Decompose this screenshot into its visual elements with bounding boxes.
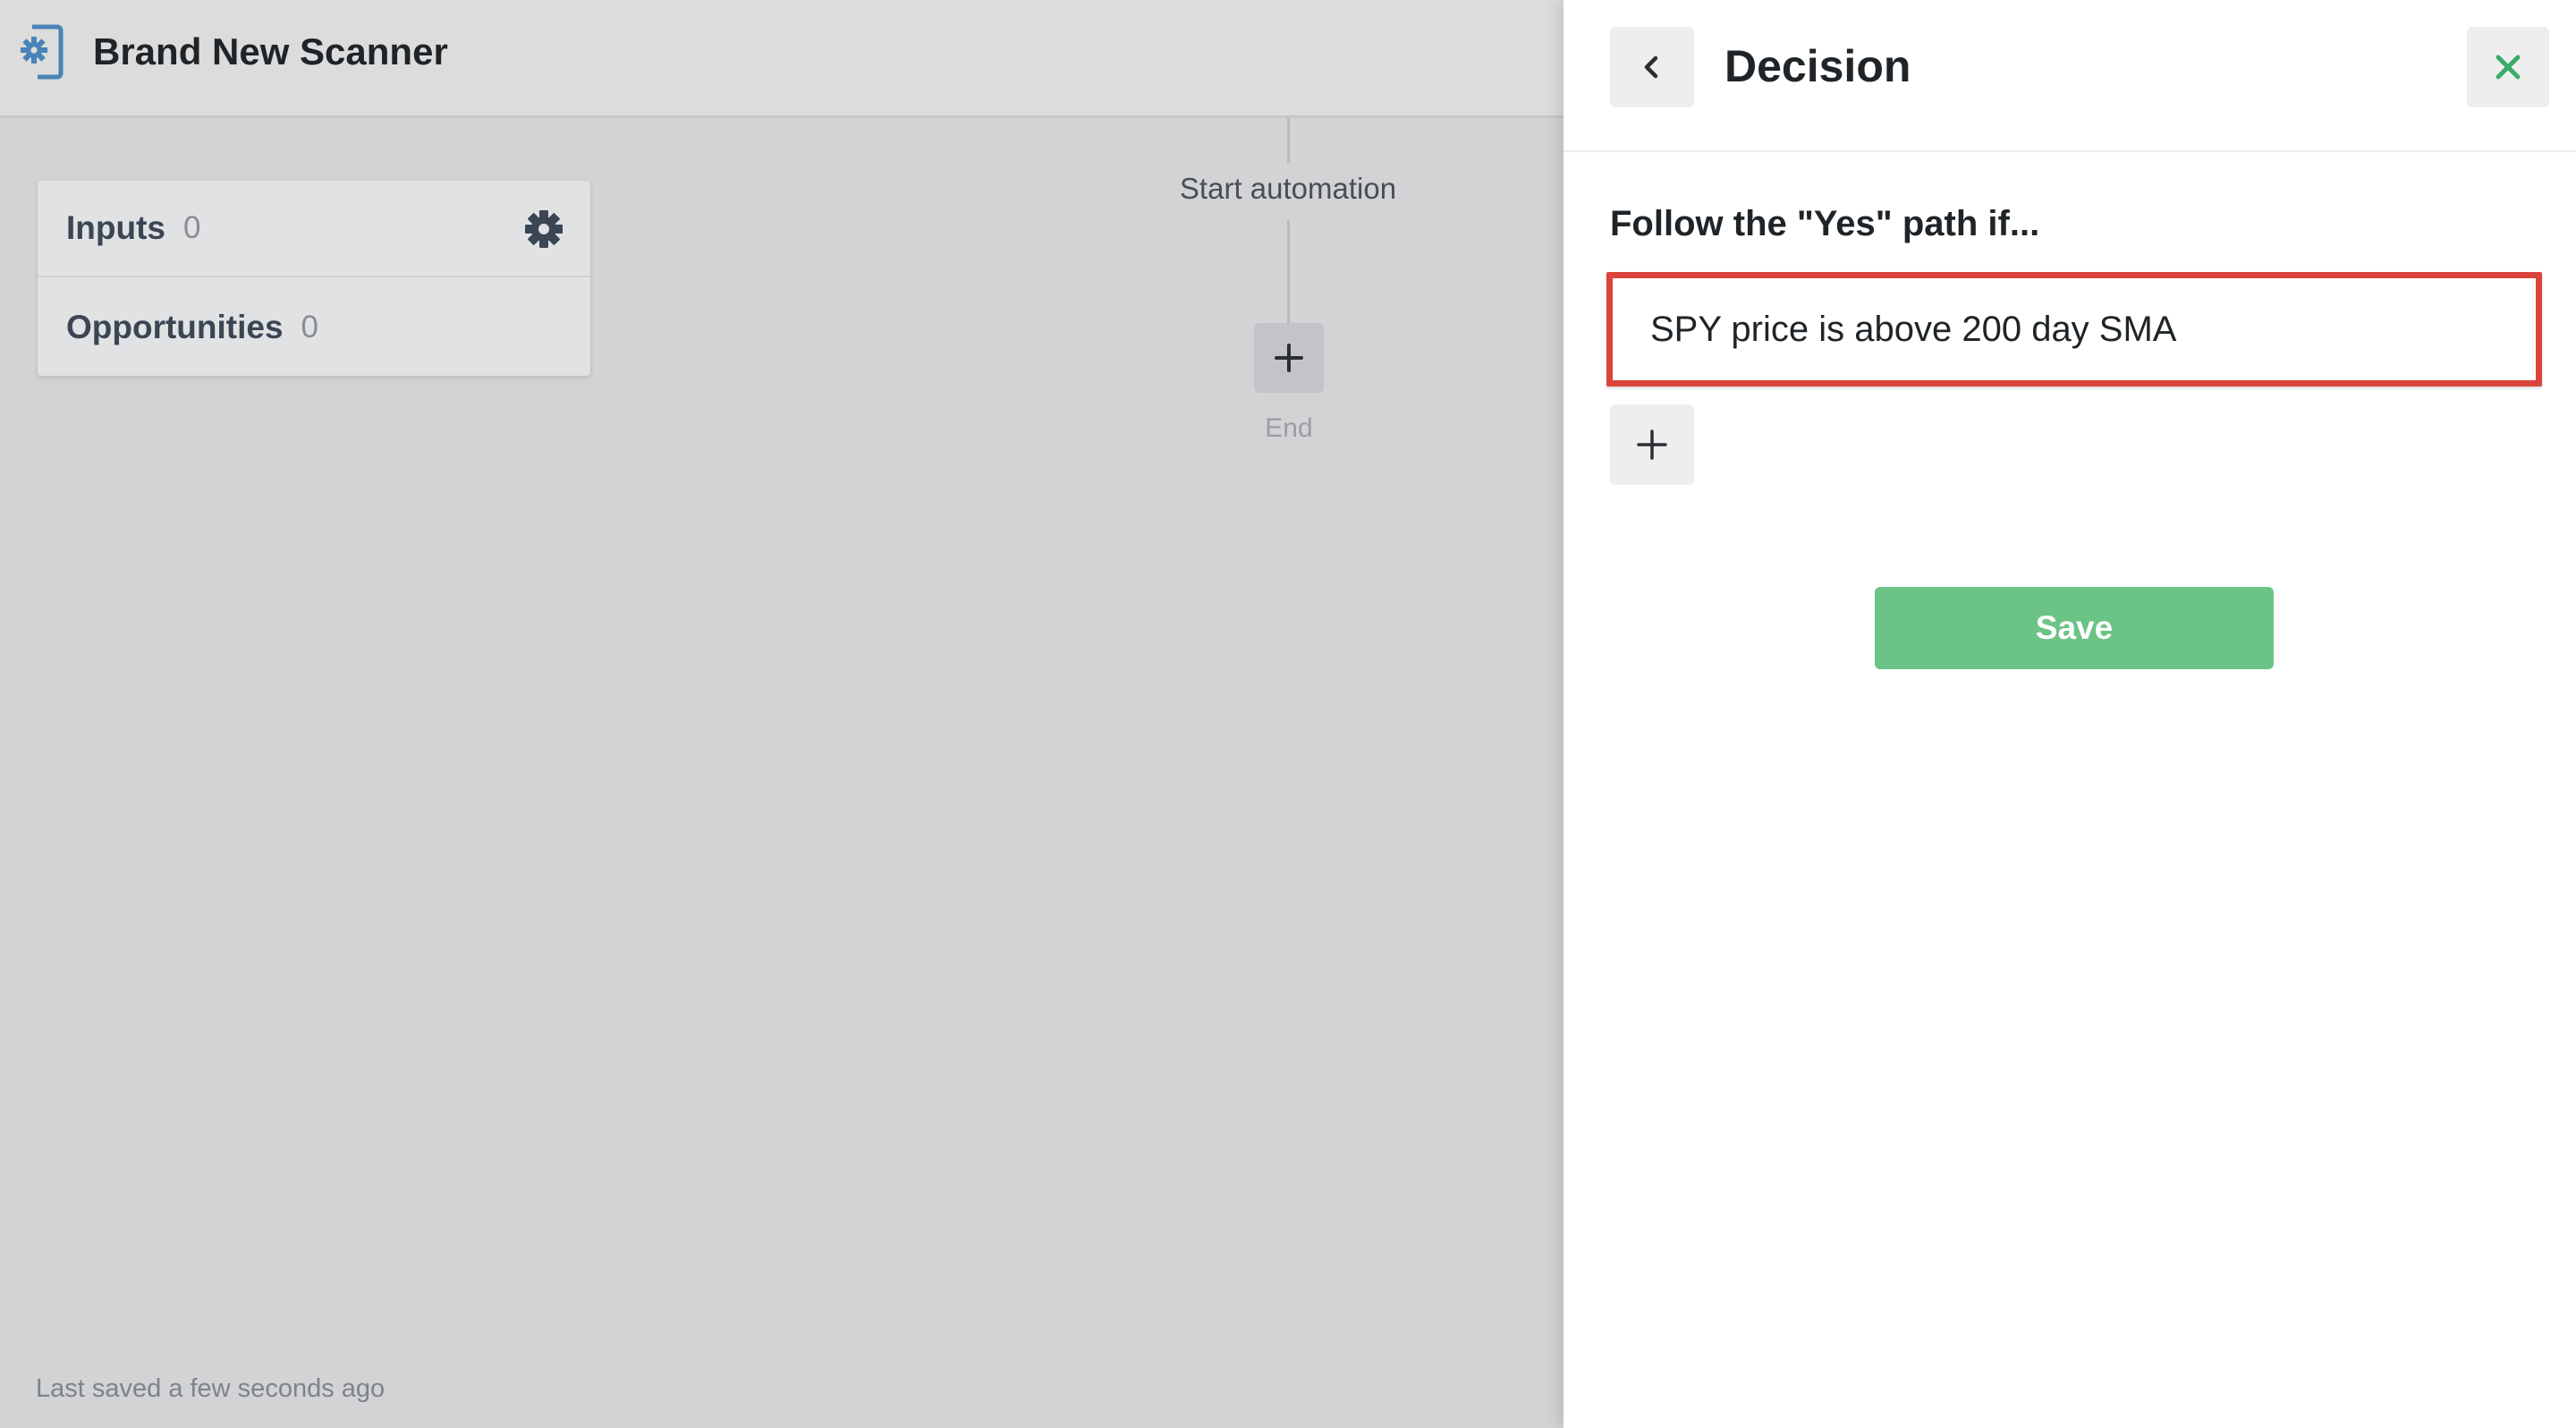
start-automation-label: Start automation xyxy=(1179,172,1397,205)
inputs-count: 0 xyxy=(182,210,201,245)
flow-connector-top xyxy=(1287,118,1290,163)
decision-panel: Decision Follow the "Yes" path if... Sav… xyxy=(1563,0,2576,1428)
counts-card: Inputs 0 Opportunities 0 xyxy=(38,181,590,376)
automation-canvas: Brand New Scanner Inputs 0 Opportunities… xyxy=(0,0,1563,1428)
condition-heading: Follow the "Yes" path if... xyxy=(1610,204,2040,243)
condition-input[interactable] xyxy=(1606,272,2542,387)
end-label: End xyxy=(1265,413,1313,443)
inputs-label: Inputs xyxy=(66,209,165,246)
scanner-gear-document-icon xyxy=(21,24,64,80)
opportunities-row[interactable]: Opportunities 0 xyxy=(38,279,590,376)
opportunities-count: 0 xyxy=(301,310,319,344)
panel-title: Decision xyxy=(1724,41,1911,91)
page-title: Brand New Scanner xyxy=(93,30,448,72)
top-bar: Brand New Scanner xyxy=(0,0,1563,118)
chevron-left-icon xyxy=(1644,55,1658,79)
settings-button[interactable] xyxy=(524,209,564,249)
plus-icon xyxy=(1275,344,1303,372)
opportunities-label: Opportunities xyxy=(66,309,284,345)
back-button[interactable] xyxy=(1610,27,1694,107)
panel-header: Decision xyxy=(1563,0,2576,152)
close-button[interactable] xyxy=(2467,27,2549,107)
gear-icon xyxy=(525,210,563,248)
add-step-button[interactable] xyxy=(1254,323,1324,393)
plus-icon xyxy=(1637,429,1667,460)
add-condition-button[interactable] xyxy=(1610,404,1694,485)
save-status-text: Last saved a few seconds ago xyxy=(36,1374,386,1403)
save-button[interactable]: Save xyxy=(1875,587,2274,669)
inputs-row[interactable]: Inputs 0 xyxy=(38,181,590,277)
flow-connector xyxy=(1287,220,1290,324)
close-icon xyxy=(2496,55,2521,80)
